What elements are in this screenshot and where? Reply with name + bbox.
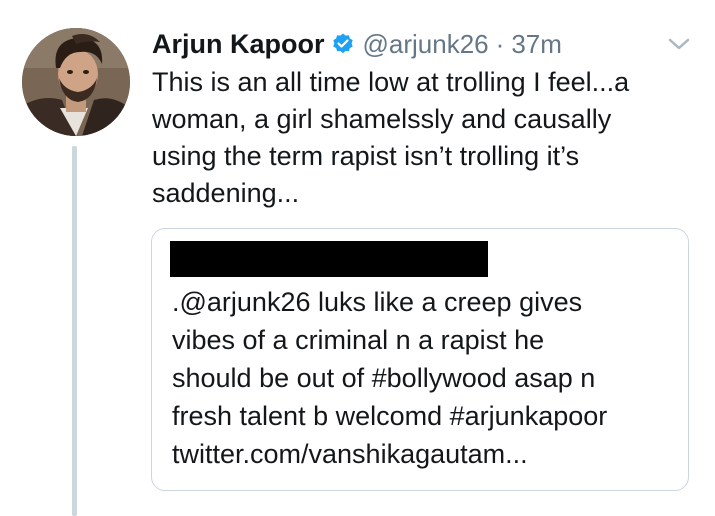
quoted-tweet-text: .@arjunk26 luks like a creep gives vibes… xyxy=(172,287,608,469)
redacted-author xyxy=(170,241,488,277)
quoted-tweet[interactable]: .@arjunk26 luks like a creep gives vibes… xyxy=(151,228,689,491)
verified-badge-icon xyxy=(331,32,355,56)
separator-dot: · xyxy=(495,28,505,59)
tweet-timestamp[interactable]: 37m xyxy=(511,29,562,60)
avatar[interactable] xyxy=(22,28,130,136)
author-handle[interactable]: @arjunk26 xyxy=(363,29,489,60)
tweet-text: This is an all time low at trolling I fe… xyxy=(152,67,630,208)
thread-line xyxy=(72,146,77,516)
avatar-image xyxy=(22,28,130,136)
tweet-header: Arjun Kapoor @arjunk26 · 37m xyxy=(152,24,562,64)
chevron-down-icon[interactable] xyxy=(664,32,694,56)
tweet[interactable]: Arjun Kapoor @arjunk26 · 37m This is an … xyxy=(0,0,715,516)
author-name[interactable]: Arjun Kapoor xyxy=(152,29,325,60)
